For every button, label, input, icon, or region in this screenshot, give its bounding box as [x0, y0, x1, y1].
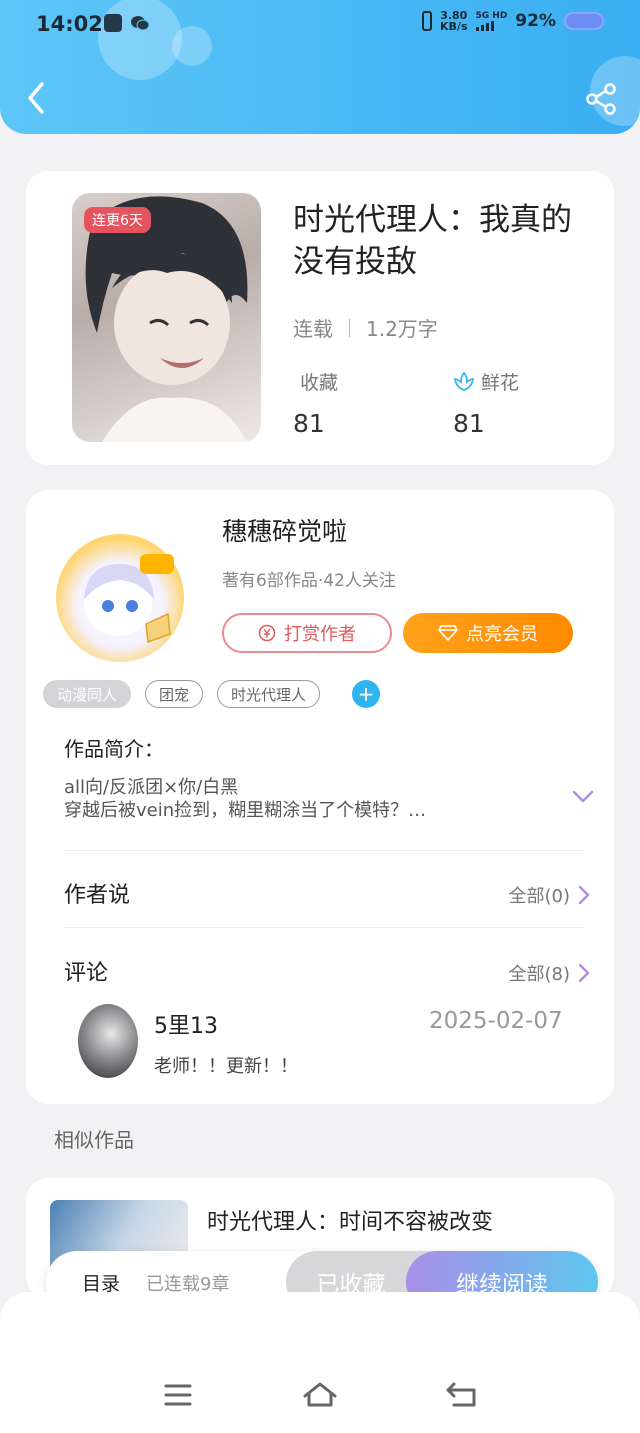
chevron-right-icon	[578, 885, 590, 905]
word-count: 1.2万字	[366, 317, 438, 341]
intro-text[interactable]: all向/反派团×你/白黑 穿越后被vein捡到，糊里糊涂当了个模特？…	[64, 776, 534, 822]
activate-member-button[interactable]: 点亮会员	[403, 613, 573, 653]
header: 14:02 3.80 KB/s 5G HD 92%	[0, 0, 640, 134]
author-avatar[interactable]	[56, 534, 184, 662]
status-right: 3.80 KB/s 5G HD 92%	[422, 10, 604, 32]
back-icon[interactable]	[442, 1380, 482, 1410]
tag[interactable]: 团宠	[145, 680, 204, 708]
tag[interactable]: 动漫同人	[43, 680, 132, 708]
meta-divider	[349, 318, 350, 337]
signal-icon: 5G HD	[475, 11, 507, 31]
decor-bubble	[172, 26, 212, 66]
similar-works-label: 相似作品	[54, 1128, 134, 1152]
diamond-icon	[438, 625, 458, 641]
flowers-count: 81	[453, 409, 485, 438]
chevron-down-icon[interactable]	[572, 790, 594, 804]
yen-icon	[258, 624, 276, 642]
comments-title: 评论	[64, 961, 109, 986]
status-time: 14:02	[36, 12, 103, 36]
favorites-stat: 收藏 81	[293, 372, 339, 438]
wechat-icon	[131, 16, 150, 31]
author-name[interactable]: 穗穗碎觉啦	[222, 512, 347, 548]
vibrate-icon	[422, 11, 433, 31]
author-detail-card: 穗穗碎觉啦 著有6部作品·42人关注 打赏作者 点亮会员 动漫同人 团宠 时光代…	[26, 490, 614, 1104]
tag-list: 动漫同人 团宠 时光代理人 +	[43, 680, 381, 708]
comment-user-avatar[interactable]	[78, 1004, 138, 1078]
divider	[64, 850, 584, 851]
cover-badge: 连更6天	[84, 207, 151, 233]
book-info-card: 连更6天 时光代理人：我真的没有投敌 连载 1.2万字 收藏 81 鲜花 81	[26, 171, 614, 465]
menu-icon[interactable]	[158, 1380, 198, 1410]
comment-username[interactable]: 5里13	[154, 1008, 218, 1040]
tag[interactable]: 时光代理人	[217, 680, 321, 708]
app-notification-icon	[104, 14, 122, 32]
comment-date: 2025-02-07	[429, 1008, 563, 1034]
chevron-right-icon	[578, 963, 590, 983]
divider	[64, 927, 584, 928]
chevron-left-icon[interactable]	[22, 80, 52, 116]
comment-text: 老师！！更新！！	[154, 1056, 298, 1077]
intro-label: 作品简介：	[64, 737, 164, 761]
book-status: 连载	[293, 317, 333, 341]
reward-author-button[interactable]: 打赏作者	[222, 613, 392, 653]
author-says-more-link[interactable]: 全部(0)	[509, 882, 591, 908]
comments-more-link[interactable]: 全部(8)	[509, 960, 591, 986]
decor-bubble	[98, 0, 182, 80]
similar-work-title: 时光代理人：时间不容被改变	[207, 1210, 494, 1235]
book-cover[interactable]: 连更6天	[72, 193, 261, 442]
author-says-title: 作者说	[64, 883, 131, 908]
status-notification-icons	[104, 14, 150, 32]
battery-icon	[564, 12, 604, 30]
book-title: 时光代理人：我真的没有投敌	[293, 202, 572, 280]
flowers-stat: 鲜花 81	[453, 371, 520, 438]
share-icon[interactable]	[584, 82, 618, 116]
author-stats: 著有6部作品·42人关注	[222, 571, 396, 591]
favorites-count: 81	[293, 409, 325, 438]
battery-percent: 92%	[515, 11, 556, 31]
add-tag-icon[interactable]: +	[352, 680, 381, 708]
home-icon[interactable]	[300, 1380, 340, 1410]
flower-icon	[453, 371, 475, 391]
system-navigation-bar	[0, 1292, 640, 1433]
network-speed: 3.80 KB/s	[440, 9, 468, 33]
book-meta: 连载 1.2万字	[293, 313, 438, 342]
author-avatar-illustration	[84, 554, 174, 644]
